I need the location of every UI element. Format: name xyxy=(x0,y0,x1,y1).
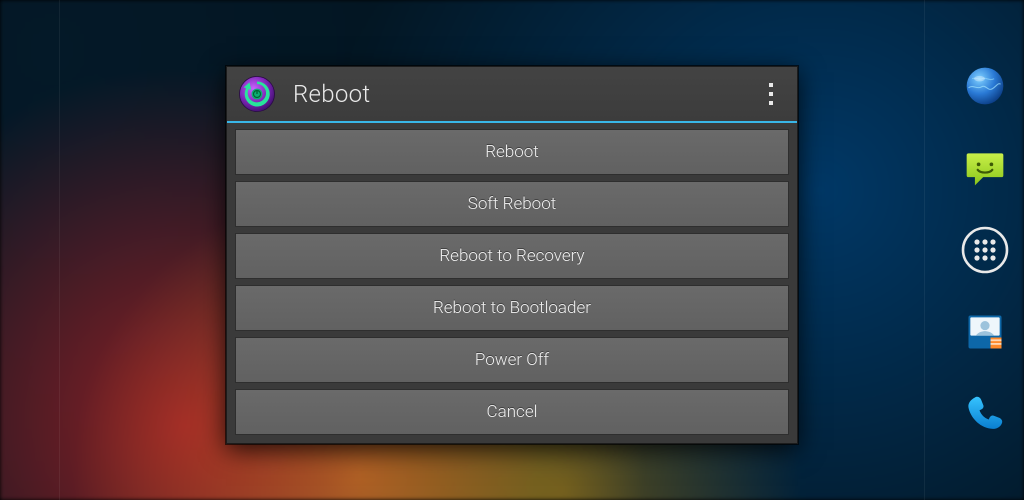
option-label: Soft Reboot xyxy=(468,194,556,214)
dialog-title: Reboot xyxy=(293,80,370,108)
app-drawer-icon xyxy=(961,226,1009,274)
dock-item-browser[interactable] xyxy=(961,62,1009,110)
app-dock xyxy=(946,0,1024,500)
dock-item-app-drawer[interactable] xyxy=(961,226,1009,274)
option-label: Reboot xyxy=(485,142,539,162)
option-reboot-recovery[interactable]: Reboot to Recovery xyxy=(235,233,789,279)
dock-item-phone[interactable] xyxy=(961,390,1009,438)
option-label: Power Off xyxy=(475,350,549,370)
overflow-dot xyxy=(769,92,773,96)
option-soft-reboot[interactable]: Soft Reboot xyxy=(235,181,789,227)
message-icon xyxy=(963,146,1007,190)
overflow-dot xyxy=(769,83,773,87)
overflow-dot xyxy=(769,101,773,105)
option-cancel[interactable]: Cancel xyxy=(235,389,789,435)
globe-icon xyxy=(963,64,1007,108)
option-label: Reboot to Bootloader xyxy=(433,298,591,318)
option-reboot-bootloader[interactable]: Reboot to Bootloader xyxy=(235,285,789,331)
option-label: Cancel xyxy=(487,402,538,422)
dialog-titlebar: Reboot xyxy=(227,67,797,123)
phone-icon xyxy=(963,392,1007,436)
option-power-off[interactable]: Power Off xyxy=(235,337,789,383)
dock-item-contacts[interactable] xyxy=(961,308,1009,356)
dock-item-messaging[interactable] xyxy=(961,144,1009,192)
overflow-menu-button[interactable] xyxy=(759,74,783,114)
option-label: Reboot to Recovery xyxy=(439,246,584,266)
contacts-icon xyxy=(963,310,1007,354)
option-reboot[interactable]: Reboot xyxy=(235,129,789,175)
reboot-app-icon xyxy=(237,74,277,114)
reboot-options-list: Reboot Soft Reboot Reboot to Recovery Re… xyxy=(227,123,797,443)
divider xyxy=(59,0,60,500)
divider xyxy=(924,0,925,500)
reboot-dialog: Reboot Reboot Soft Reboot Reboot to Reco… xyxy=(226,66,798,444)
